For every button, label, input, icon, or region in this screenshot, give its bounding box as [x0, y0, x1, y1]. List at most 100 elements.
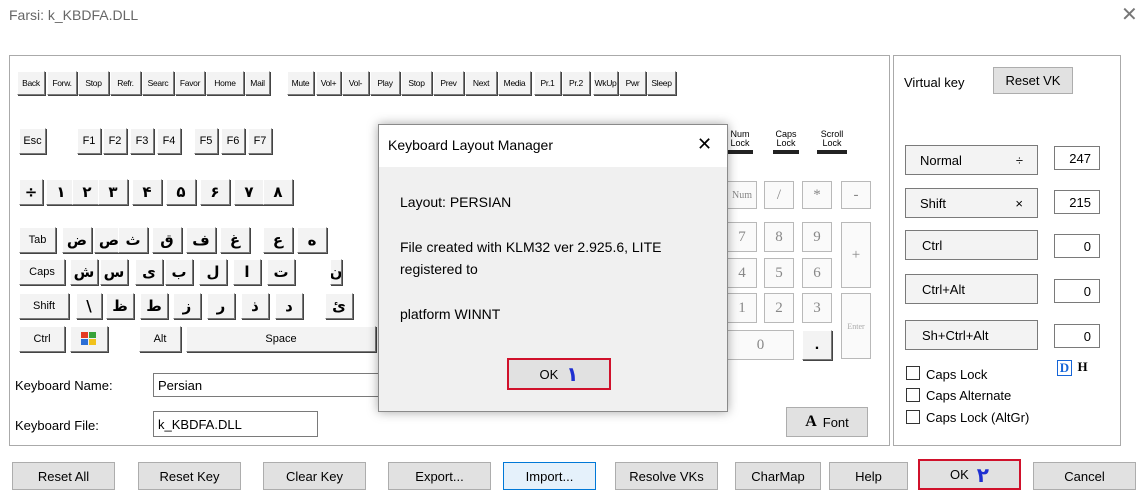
- key-numpad-1[interactable]: 1: [727, 293, 757, 323]
- key-numpad-6[interactable]: 6: [802, 258, 832, 288]
- media-key[interactable]: Vol-: [342, 71, 369, 95]
- key-row3[interactable]: س: [100, 259, 128, 285]
- window-close-icon[interactable]: ✕: [1121, 2, 1138, 26]
- media-key[interactable]: Searc: [142, 71, 174, 95]
- key-space[interactable]: Space: [186, 326, 376, 352]
- key-numpad-plus[interactable]: +: [841, 222, 871, 288]
- cancel-button[interactable]: Cancel: [1033, 462, 1136, 490]
- key-numpad-3[interactable]: 3: [802, 293, 832, 323]
- state-ctrl-code[interactable]: 0: [1054, 234, 1100, 258]
- resolve-vks-button[interactable]: Resolve VKs: [615, 462, 718, 490]
- key-row3[interactable]: ت: [267, 259, 295, 285]
- key-row3[interactable]: ب: [165, 259, 193, 285]
- key-row2[interactable]: ض: [62, 227, 92, 253]
- key-esc[interactable]: Esc: [19, 128, 46, 154]
- state-sh-ctrl-alt-code[interactable]: 0: [1054, 324, 1100, 348]
- media-key[interactable]: Favor: [175, 71, 205, 95]
- help-button[interactable]: Help: [829, 462, 908, 490]
- key-row2[interactable]: ق: [152, 227, 182, 253]
- key-row4[interactable]: ز: [173, 293, 201, 319]
- key-numpad-enter[interactable]: Enter: [841, 293, 871, 359]
- dialog-close-icon[interactable]: ✕: [697, 134, 712, 155]
- reset-key-button[interactable]: Reset Key: [138, 462, 241, 490]
- media-key[interactable]: Play: [370, 71, 400, 95]
- key-row1[interactable]: ۷: [234, 179, 264, 205]
- media-key[interactable]: Prev: [433, 71, 464, 95]
- key-row4[interactable]: ظ: [106, 293, 134, 319]
- caps-alternate-checkbox[interactable]: [906, 388, 920, 402]
- d-toggle[interactable]: D: [1057, 360, 1072, 376]
- state-normal-code[interactable]: 247: [1054, 146, 1100, 170]
- key-row4[interactable]: ط: [140, 293, 168, 319]
- key-ctrl[interactable]: Ctrl: [19, 326, 65, 352]
- key-row2[interactable]: ف: [186, 227, 216, 253]
- key-numpad-2[interactable]: 2: [764, 293, 794, 323]
- key-row4[interactable]: \: [76, 293, 102, 319]
- media-key[interactable]: Refr.: [110, 71, 141, 95]
- reset-vk-button[interactable]: Reset VK: [993, 67, 1073, 94]
- key-row1[interactable]: ÷: [19, 179, 43, 205]
- key-row3[interactable]: ن: [330, 259, 342, 285]
- import-button[interactable]: Import...: [503, 462, 596, 490]
- key-row1[interactable]: ۸: [263, 179, 293, 205]
- media-key[interactable]: Stop: [401, 71, 432, 95]
- key-row4[interactable]: ئ: [325, 293, 353, 319]
- media-key[interactable]: Pr.2: [562, 71, 590, 95]
- key-row1[interactable]: ۴: [132, 179, 162, 205]
- media-key[interactable]: Forw.: [47, 71, 77, 95]
- media-key[interactable]: Sleep: [647, 71, 676, 95]
- media-key[interactable]: Vol+: [316, 71, 341, 95]
- function-key[interactable]: F4: [157, 128, 181, 154]
- media-key[interactable]: Back: [17, 71, 45, 95]
- state-normal-button[interactable]: Normal ÷: [905, 145, 1038, 175]
- clear-key-button[interactable]: Clear Key: [263, 462, 366, 490]
- function-key[interactable]: F6: [221, 128, 245, 154]
- state-ctrl-button[interactable]: Ctrl: [905, 230, 1038, 260]
- state-ctrl-alt-code[interactable]: 0: [1054, 279, 1100, 303]
- key-numpad-8[interactable]: 8: [764, 222, 794, 252]
- key-numpad-minus[interactable]: -: [841, 181, 871, 209]
- key-row3[interactable]: ی: [135, 259, 163, 285]
- function-key[interactable]: F3: [130, 128, 154, 154]
- key-windows[interactable]: [70, 326, 108, 352]
- media-key[interactable]: Media: [498, 71, 531, 95]
- key-numpad-5[interactable]: 5: [764, 258, 794, 288]
- media-key[interactable]: Stop: [78, 71, 109, 95]
- caps-lock-checkbox[interactable]: [906, 366, 920, 380]
- key-row2[interactable]: ه: [297, 227, 327, 253]
- key-row2[interactable]: ع: [263, 227, 293, 253]
- key-row1[interactable]: ۶: [200, 179, 230, 205]
- export-button[interactable]: Export...: [388, 462, 491, 490]
- function-key[interactable]: F1: [77, 128, 101, 154]
- media-key[interactable]: Home: [206, 71, 244, 95]
- state-shift-button[interactable]: Shift ×: [905, 188, 1038, 218]
- key-alt[interactable]: Alt: [139, 326, 181, 352]
- h-toggle[interactable]: H: [1075, 360, 1090, 376]
- key-caps[interactable]: Caps: [19, 259, 65, 285]
- key-numpad-num[interactable]: Num: [727, 181, 757, 209]
- key-shift[interactable]: Shift: [19, 293, 69, 319]
- key-tab[interactable]: Tab: [19, 227, 56, 253]
- function-key[interactable]: F5: [194, 128, 218, 154]
- key-row2[interactable]: غ: [220, 227, 250, 253]
- key-numpad-7[interactable]: 7: [727, 222, 757, 252]
- key-row3[interactable]: ل: [199, 259, 227, 285]
- key-row3[interactable]: ا: [233, 259, 261, 285]
- key-row1[interactable]: ۵: [166, 179, 196, 205]
- state-ctrl-alt-button[interactable]: Ctrl+Alt: [905, 274, 1038, 304]
- keyboard-name-field[interactable]: Persian: [153, 373, 403, 397]
- media-key[interactable]: Next: [465, 71, 497, 95]
- dialog-ok-button[interactable]: OK ۱: [507, 358, 611, 390]
- key-row4[interactable]: د: [275, 293, 303, 319]
- keyboard-file-field[interactable]: k_KBDFA.DLL: [153, 411, 318, 437]
- key-numpad-4[interactable]: 4: [727, 258, 757, 288]
- font-button[interactable]: A Font: [786, 407, 868, 437]
- key-row3[interactable]: ش: [70, 259, 98, 285]
- media-key[interactable]: Mute: [287, 71, 314, 95]
- key-row4[interactable]: ر: [207, 293, 235, 319]
- key-row2[interactable]: ث: [118, 227, 148, 253]
- state-sh-ctrl-alt-button[interactable]: Sh+Ctrl+Alt: [905, 320, 1038, 350]
- key-numpad-multiply[interactable]: *: [802, 181, 832, 209]
- function-key[interactable]: F2: [103, 128, 127, 154]
- media-key[interactable]: Pwr: [619, 71, 646, 95]
